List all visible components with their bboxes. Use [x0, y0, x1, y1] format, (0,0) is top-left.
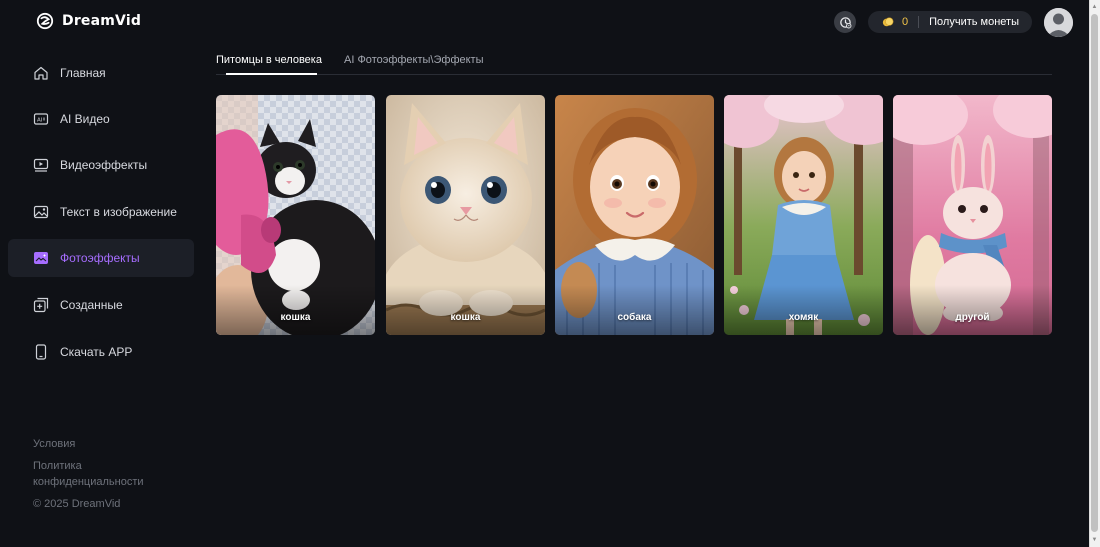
brand-name: DreamVid [62, 13, 142, 29]
get-coins-label: Получить монеты [929, 16, 1019, 28]
sidebar-item-label: AI Видео [60, 112, 110, 126]
effect-card-hamster[interactable]: хомяк [724, 95, 883, 335]
history-button[interactable] [834, 11, 857, 33]
card-label: собака [617, 312, 652, 323]
sidebar-item-label: Созданные [60, 298, 123, 312]
ai-video-icon: AI [33, 113, 49, 125]
copyright-text: © 2025 DreamVid [33, 498, 121, 510]
scrollbar-thumb[interactable] [1091, 14, 1098, 532]
phone-icon [35, 344, 47, 360]
header-actions: 0 Получить монеты [834, 7, 1073, 37]
card-shade [386, 285, 545, 335]
photo-effects-icon [34, 252, 48, 264]
top-header: DreamVid 0 Получить монеты [0, 0, 1089, 44]
sidebar-footer: Условия Политика конфиденциальности © 20… [33, 436, 183, 518]
scroll-up-icon[interactable]: ▲ [1091, 2, 1098, 12]
tab-pets-to-human[interactable]: Питомцы в человека [216, 54, 322, 66]
effect-cards: кошка кошка собака хомяк другой [216, 95, 1052, 335]
home-icon [34, 66, 48, 80]
effect-card-other[interactable]: другой [893, 95, 1052, 335]
sidebar-item-ai-video[interactable]: AI AI Видео [8, 100, 194, 138]
coin-icon [882, 17, 894, 27]
card-shade [216, 285, 375, 335]
created-icon [33, 297, 49, 313]
video-effects-icon [33, 158, 49, 172]
sidebar-item-download-app[interactable]: Скачать APP [8, 333, 194, 371]
effect-card-dog[interactable]: собака [555, 95, 714, 335]
sidebar-item-label: Главная [60, 66, 106, 80]
effect-card-cat-2[interactable]: кошка [386, 95, 545, 335]
active-tab-indicator [226, 73, 317, 75]
sidebar-item-label: Скачать APP [60, 345, 133, 359]
sidebar-item-created[interactable]: Созданные [8, 286, 194, 324]
card-label: другой [955, 312, 990, 323]
image-icon [33, 205, 49, 219]
privacy-link[interactable]: Политика конфиденциальности [33, 458, 183, 490]
sidebar: Главная AI AI Видео Видеоэффекты Текст в… [0, 44, 200, 547]
card-shade [893, 285, 1052, 335]
sidebar-item-label: Фотоэффекты [60, 251, 140, 265]
coin-count: 0 [902, 16, 909, 28]
scroll-down-icon[interactable]: ▼ [1091, 535, 1098, 545]
get-coins-button[interactable]: 0 Получить монеты [868, 11, 1032, 33]
effects-tabs: Питомцы в человека AI Фотоэффекты\Эффект… [216, 44, 1052, 75]
sidebar-item-video-effects[interactable]: Видеоэффекты [8, 146, 194, 184]
user-avatar[interactable] [1044, 7, 1073, 37]
user-avatar-icon [1044, 7, 1073, 37]
card-shade [555, 285, 714, 335]
history-refresh-icon [839, 16, 851, 28]
brand-logo[interactable]: DreamVid [36, 11, 141, 31]
sidebar-item-text-to-image[interactable]: Текст в изображение [8, 193, 194, 231]
dreamvid-logo-icon [36, 12, 54, 30]
sidebar-item-label: Видеоэффекты [60, 158, 148, 172]
terms-link[interactable]: Условия [33, 436, 183, 452]
card-label: кошка [280, 312, 311, 323]
main-content: Питомцы в человека AI Фотоэффекты\Эффект… [216, 44, 1052, 547]
card-label: хомяк [788, 312, 819, 323]
sidebar-item-label: Текст в изображение [60, 205, 177, 219]
card-label: кошка [450, 312, 481, 323]
tab-ai-photo-effects[interactable]: AI Фотоэффекты\Эффекты [344, 54, 484, 66]
effect-card-cat-1[interactable]: кошка [216, 95, 375, 335]
coin-divider [918, 16, 920, 28]
sidebar-item-photo-effects[interactable]: Фотоэффекты [8, 239, 194, 277]
svg-text:AI: AI [37, 118, 43, 124]
app-window: DreamVid 0 Получить монеты Главная AI AI… [0, 0, 1089, 547]
sidebar-item-home[interactable]: Главная [8, 54, 194, 92]
card-shade [724, 285, 883, 335]
